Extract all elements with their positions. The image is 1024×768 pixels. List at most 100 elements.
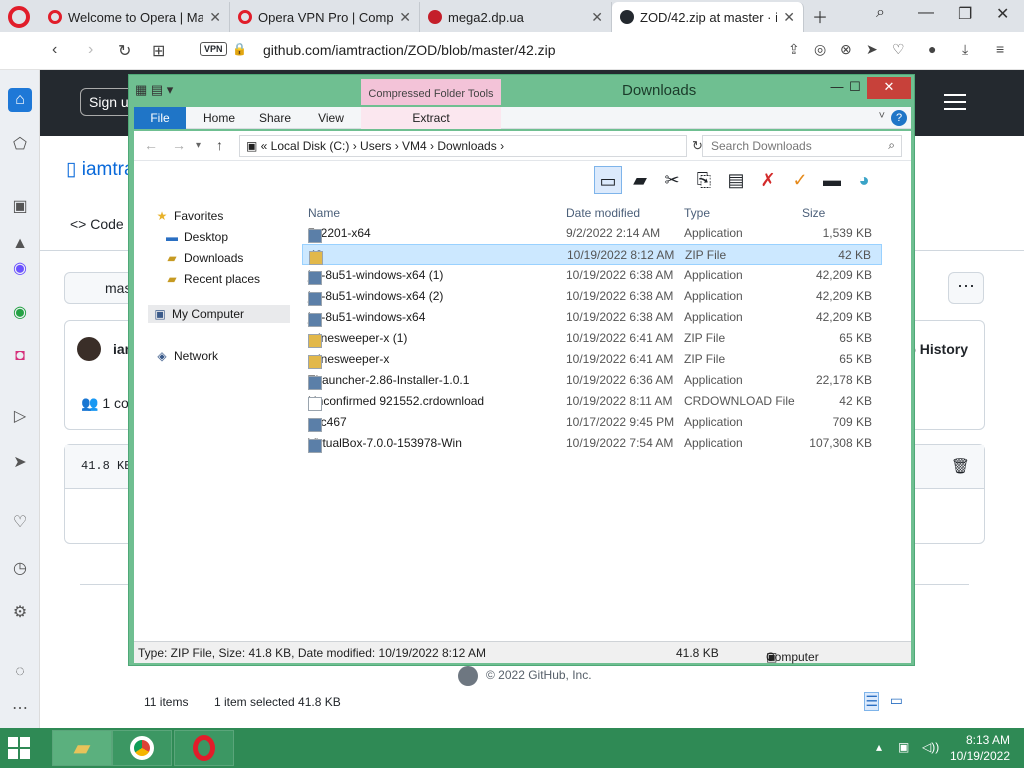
tab-github-zod[interactable]: ZOD/42.zip at master · iam ✕ xyxy=(612,2,804,32)
file-row[interactable]: minesweeper-x (1) 10/19/2022 6:41 AM ZIP F… xyxy=(302,328,882,349)
back-icon[interactable]: ‹ xyxy=(52,41,57,59)
column-type[interactable]: Type xyxy=(684,206,710,220)
new-folder-icon[interactable]: ▰ xyxy=(626,166,654,194)
tips-bulb-icon[interactable]: ◌ xyxy=(8,660,32,684)
snapshot-icon[interactable]: ◎ xyxy=(814,41,826,58)
file-row[interactable]: 7z2201-x64 9/2/2022 2:14 AM Application 1,5… xyxy=(302,223,882,244)
help-icon[interactable]: ? xyxy=(891,110,907,126)
player-icon[interactable]: ▷ xyxy=(8,404,32,428)
vk-icon[interactable]: ▲ xyxy=(8,232,32,256)
back-icon[interactable]: ← xyxy=(144,137,158,153)
nav-my-computer[interactable]: ▣ My Computer xyxy=(148,305,290,323)
file-row[interactable]: Unconfirmed 921552.crdownload 10/19/2022 … xyxy=(302,391,882,412)
nav-recent-places[interactable]: ▰ Recent places xyxy=(164,272,260,286)
tab-view[interactable]: View xyxy=(306,107,356,129)
search-tabs-icon[interactable]: ⌕ xyxy=(876,4,885,22)
easy-setup-icon[interactable]: ≡ xyxy=(996,41,1004,57)
collapse-ribbon-icon[interactable]: ˅ xyxy=(879,110,885,122)
nav-desktop[interactable]: ▬ Desktop xyxy=(164,230,228,244)
tab-code[interactable]: <> Code xyxy=(70,216,124,232)
bookmarks-heart-icon[interactable]: ♡ xyxy=(8,510,32,534)
tab-share[interactable]: Share xyxy=(250,107,300,129)
history-clock-icon[interactable]: ◷ xyxy=(8,556,32,580)
opera-taskbar-button[interactable] xyxy=(174,730,234,766)
profile-icon[interactable]: ● xyxy=(928,41,936,57)
file-row[interactable]: VirtualBox-7.0.0-153978-Win 10/19/2022 7:… xyxy=(302,433,882,454)
rename-icon[interactable]: ▬ xyxy=(818,166,846,194)
downloads-icon[interactable]: ⤓ xyxy=(962,41,968,58)
paste-icon[interactable]: ▤ xyxy=(722,166,750,194)
shopping-icon[interactable]: ▣ xyxy=(8,194,32,218)
nav-favorites[interactable]: ★ Favorites xyxy=(154,209,224,223)
tab-welcome-opera[interactable]: Welcome to Opera | Make ✕ xyxy=(40,2,230,32)
file-row[interactable]: jre-8u51-windows-x64 (1) 10/19/2022 6:38 … xyxy=(302,265,882,286)
file-row[interactable]: jre-8u51-windows-x64 10/19/2022 6:38 AM Ap… xyxy=(302,307,882,328)
vpn-badge[interactable]: VPN xyxy=(200,42,227,56)
close-tab-icon[interactable]: ✕ xyxy=(399,9,411,26)
clock[interactable]: 8:13 AM 10/19/2022 xyxy=(950,732,1010,764)
messenger-icon[interactable]: ◉ xyxy=(8,256,32,280)
opera-menu-icon[interactable] xyxy=(8,6,30,28)
column-name[interactable]: Name xyxy=(308,206,340,220)
tab-extract[interactable]: Extract xyxy=(361,107,501,129)
recent-locations-icon[interactable]: ▾ xyxy=(196,140,201,151)
cut-icon[interactable]: ✂ xyxy=(658,166,686,194)
tab-file[interactable]: File xyxy=(134,107,186,129)
file-row[interactable]: TLauncher-2.86-Installer-1.0.1 10/19/2022… xyxy=(302,370,882,391)
minimize-icon[interactable]: — xyxy=(918,4,934,22)
column-size[interactable]: Size xyxy=(802,206,825,220)
properties-check-icon[interactable]: ✓ xyxy=(786,166,814,194)
tab-home[interactable]: Home xyxy=(194,107,244,129)
show-hidden-icons-icon[interactable]: ▴ xyxy=(876,740,882,754)
file-row[interactable]: 42 10/19/2022 8:12 AM ZIP File 42 KB xyxy=(302,244,882,265)
heart-icon[interactable]: ♡ xyxy=(892,41,905,58)
address-breadcrumb[interactable]: ▣ « Local Disk (C:) › Users › VM4 › Down… xyxy=(239,135,687,157)
close-tab-icon[interactable]: ✕ xyxy=(783,9,795,26)
forward-icon[interactable]: › xyxy=(88,41,93,59)
start-windows-icon[interactable] xyxy=(8,737,30,759)
large-icons-view-icon[interactable]: ▭ xyxy=(890,692,903,709)
delete-icon[interactable]: ✗ xyxy=(754,166,782,194)
url-field[interactable]: github.com/iamtraction/ZOD/blob/master/4… xyxy=(263,42,556,58)
search-input[interactable]: Search Downloads ⌕ xyxy=(702,135,902,157)
close-tab-icon[interactable]: ✕ xyxy=(591,9,603,26)
chrome-taskbar-button[interactable] xyxy=(112,730,172,766)
tab-grid-icon[interactable]: ⊞ xyxy=(152,41,165,61)
avatar[interactable] xyxy=(77,337,101,361)
file-row[interactable]: jre-8u51-windows-x64 (2) 10/19/2022 6:38 … xyxy=(302,286,882,307)
column-date[interactable]: Date modified xyxy=(566,206,640,220)
send-icon[interactable]: ⇪ xyxy=(788,41,800,58)
instagram-icon[interactable]: ◘ xyxy=(8,344,32,368)
menu-icon[interactable] xyxy=(944,94,966,110)
pinboard-icon[interactable]: ⬠ xyxy=(8,132,32,156)
file-row[interactable]: minesweeper-x 10/19/2022 6:41 AM ZIP File 6… xyxy=(302,349,882,370)
copy-icon[interactable]: ⎘ xyxy=(690,166,718,194)
more-dots-icon[interactable]: ⋯ xyxy=(8,696,32,720)
send-flow-icon[interactable]: ➤ xyxy=(8,450,32,474)
close-window-icon[interactable]: ✕ xyxy=(996,4,1009,24)
quick-access-toolbar[interactable]: ▦ ▤ ▾ xyxy=(135,82,173,98)
close-window-icon[interactable]: ✕ xyxy=(867,77,911,99)
restore-icon[interactable]: ❐ xyxy=(958,4,972,24)
home-icon[interactable]: ⌂ xyxy=(8,88,32,112)
volume-icon[interactable]: ◁)) xyxy=(922,740,939,754)
share-icon[interactable]: ➤ xyxy=(866,41,878,58)
preview-pane-icon[interactable]: ▭ xyxy=(594,166,622,194)
compressed-tools-tab[interactable]: Compressed Folder Tools xyxy=(361,79,501,105)
more-options-button[interactable]: ⋯ xyxy=(948,272,984,304)
details-view-icon[interactable]: ☰ xyxy=(864,692,879,711)
tab-mega[interactable]: mega2.dp.ua ✕ xyxy=(420,2,612,32)
nav-network[interactable]: ◈ Network xyxy=(154,349,218,363)
close-tab-icon[interactable]: ✕ xyxy=(209,9,221,26)
up-icon[interactable]: ↑ xyxy=(216,137,223,153)
forward-icon[interactable]: → xyxy=(172,137,186,153)
explorer-titlebar[interactable]: ▦ ▤ ▾ Compressed Folder Tools Downloads … xyxy=(129,75,914,105)
new-tab-icon[interactable]: ＋ xyxy=(812,4,828,28)
file-row[interactable]: vac467 10/17/2022 9:45 PM Application 709 K… xyxy=(302,412,882,433)
settings-gear-icon[interactable]: ⚙ xyxy=(8,600,32,624)
reload-icon[interactable]: ↻ xyxy=(118,41,131,61)
nav-downloads[interactable]: ▰ Downloads xyxy=(164,251,243,265)
network-icon[interactable]: ◕ xyxy=(850,166,878,194)
trash-icon[interactable]: 🗑 xyxy=(951,457,970,475)
whatsapp-icon[interactable]: ◉ xyxy=(8,300,32,324)
